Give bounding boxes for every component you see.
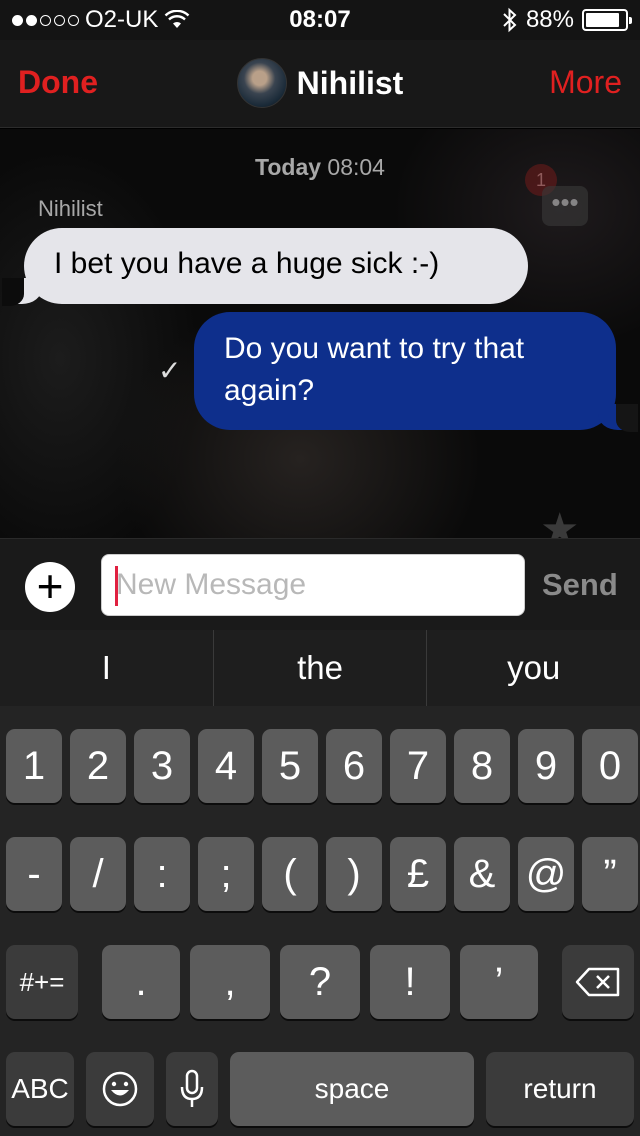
signal-dot bbox=[26, 14, 37, 26]
key[interactable]: : bbox=[134, 837, 190, 911]
keyboard: 1 2 3 4 5 6 7 8 9 0 - / : ; ( ) £ & @ ” … bbox=[0, 706, 640, 1136]
status-left: O2-UK bbox=[12, 6, 502, 34]
more-button[interactable]: More bbox=[549, 64, 622, 101]
emoji-icon bbox=[102, 1071, 138, 1107]
contact-avatar[interactable] bbox=[236, 58, 287, 108]
compose-bar: + Send bbox=[0, 538, 640, 630]
microphone-icon bbox=[180, 1069, 204, 1107]
key[interactable]: - bbox=[6, 837, 62, 911]
status-bar: O2-UK 08:07 88% bbox=[0, 0, 640, 40]
key[interactable]: @ bbox=[518, 837, 574, 911]
key[interactable]: & bbox=[454, 837, 510, 911]
abc-key[interactable]: ABC bbox=[6, 1052, 74, 1126]
key[interactable]: 6 bbox=[326, 729, 382, 803]
battery-icon bbox=[582, 9, 632, 31]
suggestion-item[interactable]: the bbox=[214, 630, 428, 706]
return-key[interactable]: return bbox=[486, 1052, 634, 1126]
date-time: 08:04 bbox=[327, 154, 385, 180]
key[interactable]: 4 bbox=[198, 729, 254, 803]
key[interactable]: 9 bbox=[518, 729, 574, 803]
signal-dot bbox=[12, 14, 23, 26]
message-text: I bet you have a huge sick :-) bbox=[54, 247, 440, 280]
key[interactable]: 8 bbox=[454, 729, 510, 803]
key[interactable]: 1 bbox=[6, 729, 62, 803]
signal-dot bbox=[40, 14, 51, 26]
delete-key[interactable] bbox=[562, 945, 634, 1019]
signal-dot bbox=[54, 14, 65, 26]
key[interactable]: ? bbox=[280, 945, 360, 1019]
contact-name: Nihilist bbox=[296, 64, 404, 101]
status-right: 88% bbox=[502, 6, 632, 34]
key[interactable]: ” bbox=[582, 837, 638, 911]
key[interactable]: , bbox=[190, 945, 270, 1019]
key[interactable]: ! bbox=[370, 945, 450, 1019]
key[interactable]: ) bbox=[326, 837, 382, 911]
signal-dot bbox=[68, 14, 79, 26]
add-attachment-button[interactable]: + bbox=[25, 562, 75, 612]
send-button[interactable]: Send bbox=[542, 567, 618, 603]
delivered-check-icon: ✓ bbox=[158, 355, 182, 386]
key[interactable]: . bbox=[102, 945, 180, 1019]
bluetooth-icon bbox=[503, 7, 517, 33]
battery-fill bbox=[586, 13, 620, 27]
key[interactable]: ( bbox=[262, 837, 318, 911]
chat-bubble-icon: ••• bbox=[542, 186, 588, 226]
text-cursor bbox=[115, 566, 118, 606]
carrier-label: O2-UK bbox=[85, 6, 159, 33]
message-text: Do you want to try that again? bbox=[224, 332, 525, 407]
key[interactable]: £ bbox=[390, 837, 446, 911]
signal-strength-icon bbox=[12, 14, 79, 26]
navigation-bar: Done Nihilist More bbox=[0, 40, 640, 128]
message-input[interactable] bbox=[101, 554, 525, 616]
suggestion-item[interactable]: I bbox=[0, 630, 214, 706]
outgoing-message-bubble[interactable]: Do you want to try that again? bbox=[194, 312, 638, 432]
date-day: Today bbox=[255, 154, 322, 180]
space-key[interactable]: space bbox=[230, 1052, 474, 1126]
key[interactable]: ; bbox=[198, 837, 254, 911]
key[interactable]: ’ bbox=[460, 945, 538, 1019]
key[interactable]: 3 bbox=[134, 729, 190, 803]
more-symbols-key[interactable]: #+= bbox=[6, 945, 78, 1019]
sender-name: Nihilist bbox=[38, 196, 103, 221]
key[interactable]: / bbox=[70, 837, 126, 911]
predictive-text-bar: I the you bbox=[0, 630, 640, 706]
key[interactable]: 2 bbox=[70, 729, 126, 803]
backspace-icon bbox=[575, 967, 620, 997]
key[interactable]: 7 bbox=[390, 729, 446, 803]
dictation-key[interactable] bbox=[166, 1052, 218, 1126]
wifi-icon bbox=[165, 10, 190, 28]
battery-percent: 88% bbox=[525, 6, 574, 33]
suggestion-item[interactable]: you bbox=[427, 630, 640, 706]
star-icon: ★ bbox=[540, 505, 580, 538]
incoming-message-bubble[interactable]: I bet you have a huge sick :-) bbox=[2, 228, 528, 306]
key[interactable]: 0 bbox=[582, 729, 638, 803]
key[interactable]: 5 bbox=[262, 729, 318, 803]
emoji-key[interactable] bbox=[86, 1052, 154, 1126]
conversation-header[interactable]: Nihilist bbox=[0, 58, 640, 108]
message-thread[interactable]: Today 08:04 1 ••• Nihilist I bet you hav… bbox=[0, 129, 640, 538]
